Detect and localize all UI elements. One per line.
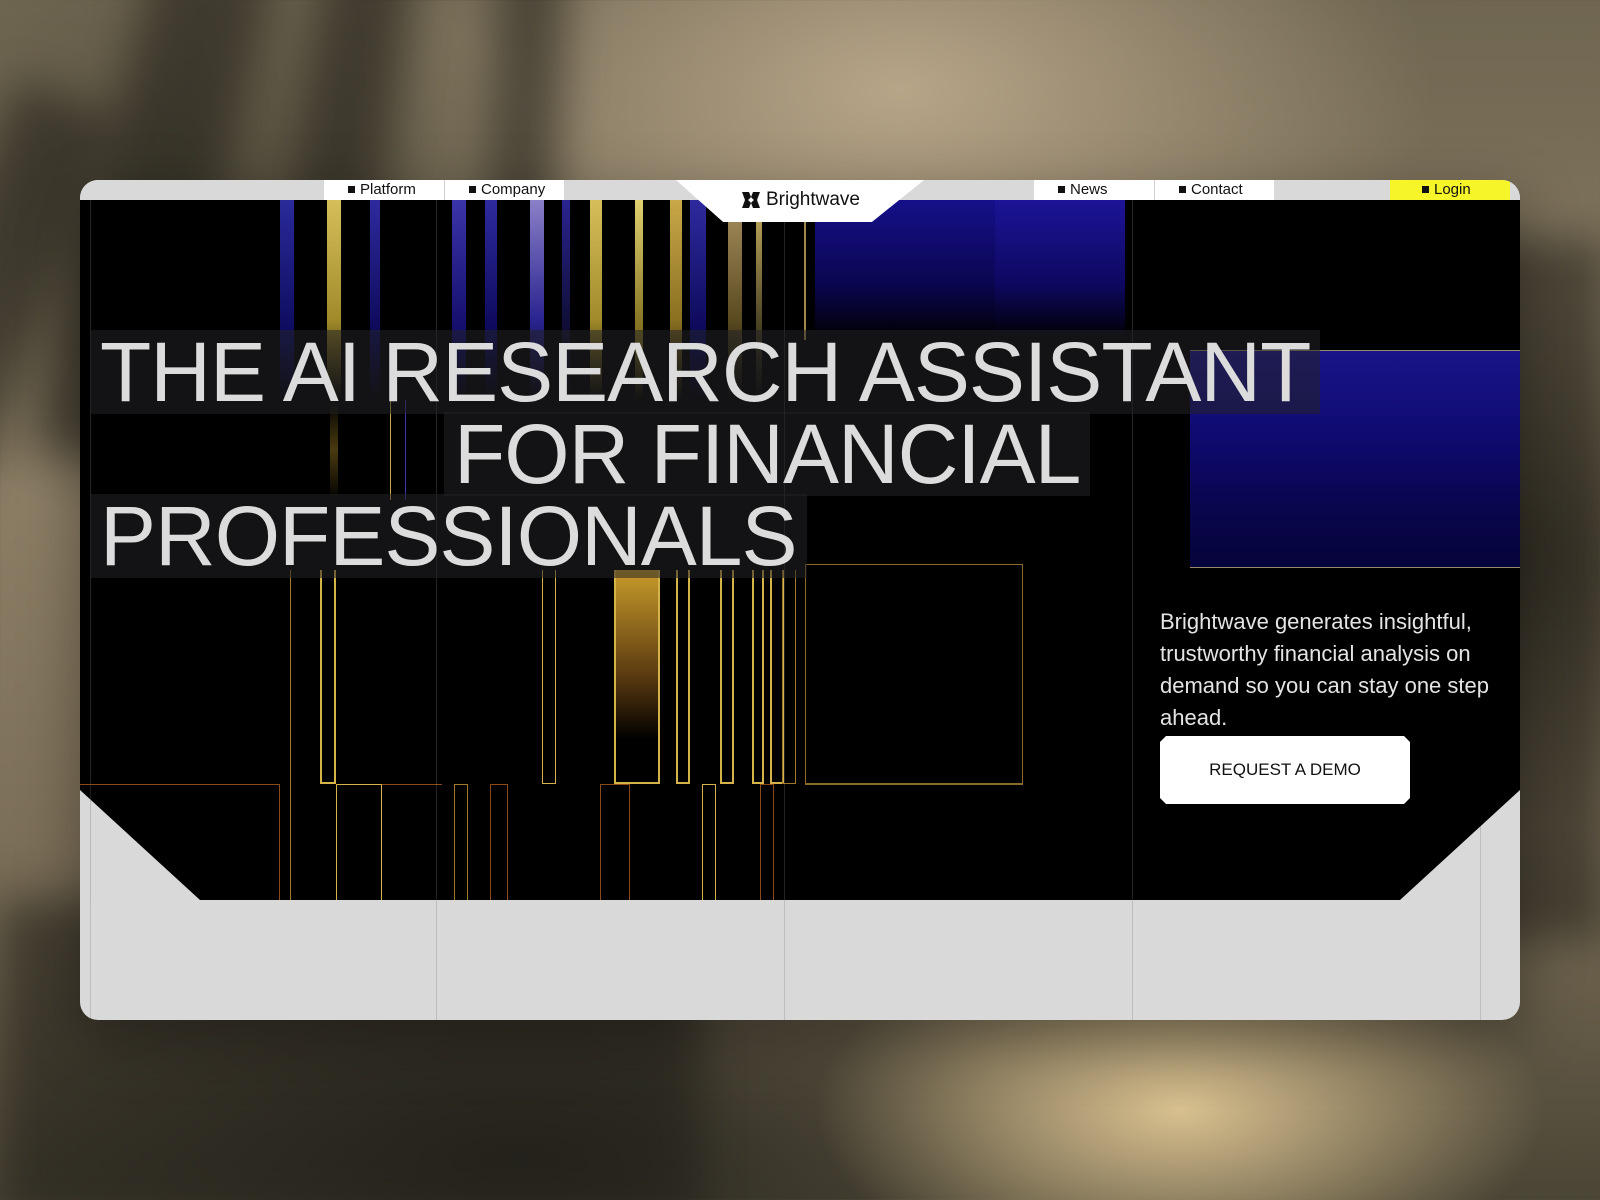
hero-bar [320, 570, 336, 784]
hero-bar [454, 784, 468, 900]
hero-bar [542, 570, 556, 784]
bullet-square-icon [348, 186, 355, 193]
hero-bar [805, 784, 1023, 785]
hero-description: Brightwave generates insightful, trustwo… [1160, 609, 1489, 730]
hero-bar [80, 784, 280, 900]
nav-item-company[interactable]: Company [444, 180, 564, 200]
hero-blue-panel [995, 200, 1125, 340]
nav-item-label: Company [481, 181, 546, 198]
headline-line-2: FOR FINANCIAL [444, 412, 1091, 496]
hero-bar [490, 784, 508, 900]
nav-item-label: Platform [360, 181, 416, 198]
nav-item-platform[interactable]: Platform [324, 180, 444, 200]
headline-line-3: PROFESSIONALS [90, 494, 807, 578]
hero-bar [760, 784, 774, 900]
browser-window: THE AI RESEARCH ASSISTANT FOR FINANCIAL … [80, 180, 1520, 1020]
hero-bar [805, 564, 1023, 784]
bullet-square-icon [1422, 186, 1429, 193]
hero-bar [336, 784, 382, 900]
brightwave-logo-icon [742, 192, 760, 208]
login-label: Login [1434, 181, 1471, 198]
brand-logo[interactable]: Brightwave [740, 189, 860, 211]
hero-bar [290, 570, 298, 900]
brand-name: Brightwave [766, 189, 860, 210]
hero-bar [614, 570, 660, 784]
bullet-square-icon [1179, 186, 1186, 193]
hero-bar [600, 784, 630, 900]
bullet-square-icon [1058, 186, 1065, 193]
headline-line-1: THE AI RESEARCH ASSISTANT [90, 330, 1321, 414]
login-button[interactable]: Login [1390, 180, 1510, 200]
hero-bar [676, 570, 690, 784]
hero-bar [382, 784, 442, 900]
hero-bar [720, 570, 734, 784]
request-demo-button[interactable]: REQUEST A DEMO [1160, 736, 1410, 804]
bullet-square-icon [469, 186, 476, 193]
nav-item-news[interactable]: News [1034, 180, 1154, 200]
nav-item-label: News [1070, 181, 1108, 198]
hero-bar [702, 784, 716, 900]
hero-bar [752, 570, 764, 784]
nav-item-label: Contact [1191, 181, 1243, 198]
nav-item-contact[interactable]: Contact [1154, 180, 1274, 200]
